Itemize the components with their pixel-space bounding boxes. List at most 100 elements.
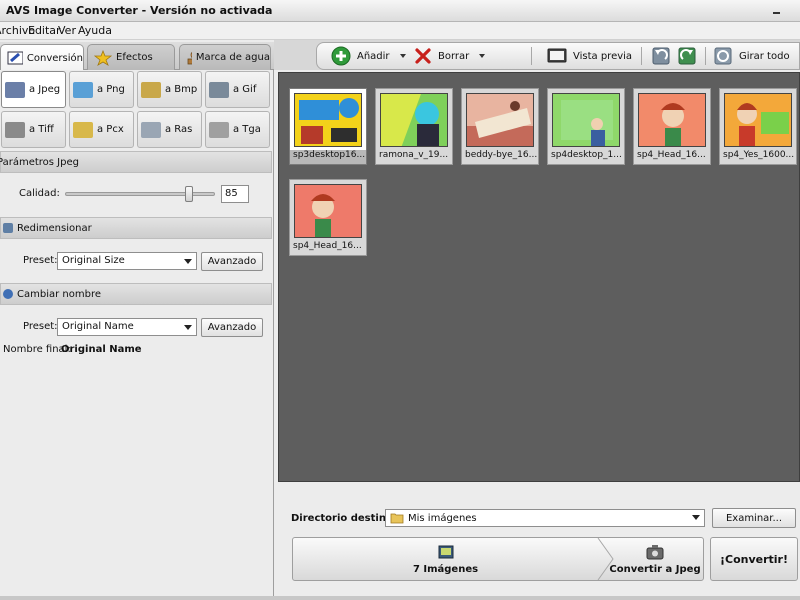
format-pcx-button[interactable]: a Pcx — [69, 111, 134, 148]
add-label: Añadir — [357, 50, 390, 62]
format-bmp-button[interactable]: a Bmp — [137, 71, 202, 108]
convert-to-step[interactable]: Convertir a Jpeg — [607, 538, 703, 580]
thumbnail[interactable]: sp4desktop_1... — [547, 88, 625, 165]
rotate-right-button[interactable] — [677, 43, 697, 69]
rename-header[interactable]: Cambiar nombre — [0, 283, 272, 305]
thumbnail-caption: sp3desktop16... — [290, 150, 366, 164]
format-ras-button[interactable]: a Ras — [137, 111, 202, 148]
thumbnail-caption: sp4desktop_1... — [551, 150, 622, 160]
format-tiff-button[interactable]: a Tiff — [1, 111, 66, 148]
format-label: a Gif — [233, 84, 257, 95]
menu-bar: Archivo Editar Ver Ayuda — [0, 22, 800, 40]
menu-ver[interactable]: Ver — [58, 24, 76, 37]
jpeg-params-header[interactable]: Parámetros Jpeg — [0, 151, 272, 173]
destination-value: Mis imágenes — [408, 512, 477, 524]
tab-conversion[interactable]: Conversión — [0, 44, 84, 71]
rename-preset-label: Preset: — [23, 321, 58, 332]
convert-to-label: Convertir a Jpeg — [609, 563, 701, 575]
window-title: AVS Image Converter - Versión no activad… — [6, 4, 273, 17]
rename-advanced-button[interactable]: Avanzado — [201, 318, 263, 337]
add-dropdown-icon[interactable] — [399, 54, 406, 58]
thumbnail-caption: sp4_Yes_1600... — [723, 150, 795, 160]
resize-preset-select[interactable]: Original Size — [57, 252, 197, 270]
watermark-icon — [187, 51, 192, 64]
thumbnail[interactable]: sp4_Yes_1600... — [719, 88, 797, 165]
format-jpeg-button[interactable]: a Jpeg — [1, 71, 66, 108]
toolbar: Añadir Borrar Vista previa Girar todo — [274, 40, 800, 70]
thumbnail-image — [294, 93, 362, 147]
tab-conversion-label: Conversión — [26, 52, 83, 64]
toolbar-separator — [641, 47, 642, 65]
delete-dropdown-icon[interactable] — [479, 54, 486, 58]
image-icon — [209, 81, 229, 98]
chevron-down-icon — [184, 259, 192, 264]
thumbnail-art — [725, 94, 791, 146]
thumbnail-caption: ramona_v_19... — [379, 150, 449, 160]
conversion-icon — [7, 51, 23, 65]
preview-label: Vista previa — [573, 50, 633, 62]
resize-header[interactable]: Redimensionar — [0, 217, 272, 239]
resize-icon — [3, 223, 13, 233]
delete-icon — [415, 48, 431, 64]
format-tga-button[interactable]: a Tga — [205, 111, 270, 148]
settings-panel: a Jpeg a Png a Bmp a Gif a Tiff a Pcx a … — [0, 70, 274, 600]
quality-slider-thumb[interactable] — [185, 186, 193, 202]
format-label: a Ras — [165, 124, 193, 135]
chevron-down-icon — [184, 325, 192, 330]
images-step[interactable]: 7 Imágenes — [293, 538, 598, 580]
delete-button[interactable]: Borrar — [414, 43, 486, 69]
format-label: a Bmp — [165, 84, 198, 95]
tab-efectos[interactable]: Efectos — [87, 44, 175, 70]
add-button[interactable]: Añadir — [331, 43, 406, 69]
output-panel: Directorio destino Mis imágenes Examinar… — [278, 484, 800, 600]
thumbnail-image — [552, 93, 620, 147]
final-name-value: Original Name — [61, 344, 142, 355]
thumbnail-image — [638, 93, 706, 147]
thumbnail[interactable]: ramona_v_19... — [375, 88, 453, 165]
chevron-down-icon — [692, 515, 700, 520]
quality-slider[interactable] — [65, 186, 215, 202]
mode-tabs: Conversión Efectos Marca de agua — [0, 42, 274, 71]
thumbnail[interactable]: sp4_Head_16... — [289, 179, 367, 256]
rotate-left-button[interactable] — [651, 43, 671, 69]
monitor-icon — [547, 48, 567, 63]
resize-preset-label: Preset: — [23, 255, 58, 266]
destination-label: Directorio destino — [291, 513, 393, 524]
thumbnail[interactable]: beddy-bye_16... — [461, 88, 539, 165]
thumbnail-image — [466, 93, 534, 147]
rotate-all-button[interactable]: Girar todo — [713, 43, 800, 69]
preview-button[interactable]: Vista previa — [547, 43, 632, 69]
rename-preset-value: Original Name — [62, 321, 134, 332]
toolbar-separator — [531, 47, 532, 65]
convert-button[interactable]: ¡Convertir! — [710, 537, 798, 581]
browse-button[interactable]: Examinar... — [712, 508, 796, 528]
format-gif-button[interactable]: a Gif — [205, 71, 270, 108]
tab-marca-de-agua[interactable]: Marca de agua — [179, 44, 271, 70]
disc-icon — [141, 121, 161, 138]
thumbnail-caption: sp4_Head_16... — [293, 241, 362, 251]
images-count-label: 7 Imágenes — [412, 563, 479, 575]
thumbnail-caption: sp4_Head_16... — [637, 150, 706, 160]
quality-input[interactable]: 85 — [221, 185, 249, 203]
folder-icon — [390, 513, 404, 524]
title-bar: AVS Image Converter - Versión no activad… — [0, 0, 800, 22]
destination-select[interactable]: Mis imágenes — [385, 509, 705, 527]
tab-marca-de-agua-label: Marca de agua — [195, 52, 270, 63]
plus-icon — [331, 46, 351, 66]
rotate-right-icon — [678, 47, 696, 65]
thumbnail[interactable]: sp4_Head_16... — [633, 88, 711, 165]
rotate-all-icon — [714, 47, 732, 65]
destination-dropdown[interactable] — [686, 509, 704, 527]
format-png-button[interactable]: a Png — [69, 71, 134, 108]
thumbnail-art — [467, 94, 533, 146]
toolbar-bar: Añadir Borrar Vista previa Girar todo — [316, 42, 800, 70]
menu-editar[interactable]: Editar — [28, 24, 61, 37]
thumbnail-caption: beddy-bye_16... — [465, 150, 538, 160]
rename-preset-select[interactable]: Original Name — [57, 318, 197, 336]
menu-ayuda[interactable]: Ayuda — [78, 24, 112, 37]
minimize-button[interactable] — [772, 2, 782, 16]
resize-advanced-button[interactable]: Avanzado — [201, 252, 263, 271]
camera-icon — [646, 544, 664, 559]
thumbnail[interactable]: sp3desktop16... — [289, 88, 367, 165]
format-label: a Tiff — [29, 124, 54, 135]
